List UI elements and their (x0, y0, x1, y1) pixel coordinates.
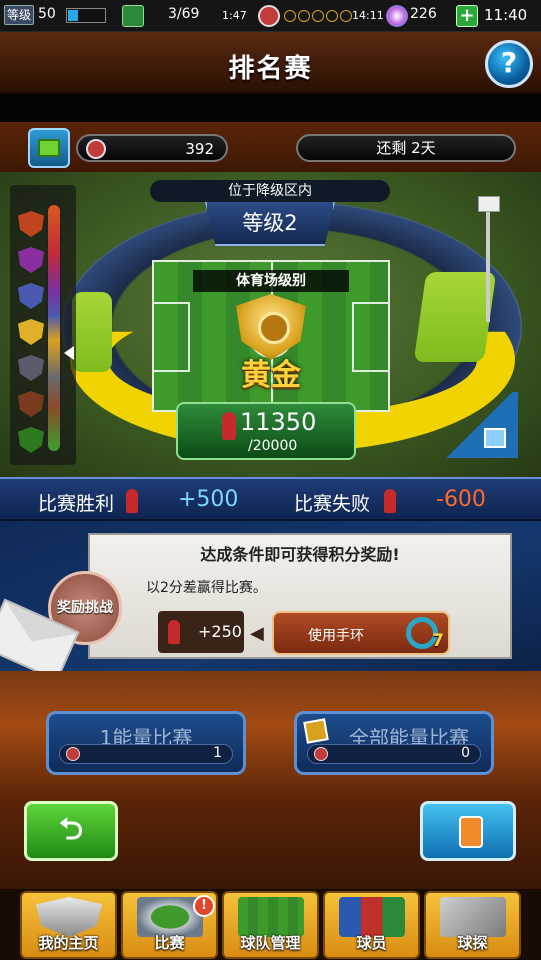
info-row: 392 还剩 2天 (0, 122, 541, 172)
players-icon (339, 897, 405, 937)
green-seats-left (72, 292, 112, 372)
divider-band (0, 94, 541, 122)
rank-tier-5-icon (18, 355, 44, 381)
flag-icon (303, 718, 329, 744)
bottom-nav: 我的主页 比赛 ! 球队管理 球员 球探 (0, 889, 541, 960)
back-button[interactable]: ⮌ (24, 801, 118, 861)
bonus-value: +250 (198, 622, 242, 641)
level-badge: 等级 (4, 5, 34, 25)
pawn-icon (222, 412, 236, 440)
stadium-view: 位于降级区内 等级2 体育场级别 黄金 11350 /20000 (0, 172, 541, 477)
one-energy-count: 1 (213, 745, 222, 761)
bracelet-count: 7 (432, 631, 444, 651)
rank-tier-gold-icon (18, 319, 44, 345)
challenge-card: 达成条件即可获得积分奖励! 以2分差赢得比赛。 +250 ◀ 使用手环 7 (88, 533, 512, 659)
rank-tier-6-icon (18, 391, 44, 417)
chevron-left-icon: ◀ (250, 623, 264, 644)
item-button[interactable] (420, 801, 516, 861)
nav-players[interactable]: 球员 (323, 891, 420, 959)
match-area: 1能量比赛 1 全部能量比赛 0 ⮌ (0, 671, 541, 889)
energy-icon (258, 5, 280, 27)
title-bar: 排名赛 ? (0, 32, 541, 94)
rank-tier-3-icon (18, 283, 44, 309)
tier-label: 黄金 (241, 358, 301, 393)
score-target: /20000 (248, 438, 298, 454)
one-energy-cost: 1 (59, 744, 233, 764)
challenge-section: 达成条件即可获得积分奖励! 以2分差赢得比赛。 +250 ◀ 使用手环 7 奖励… (0, 521, 541, 682)
relegation-status: 位于降级区内 (150, 180, 390, 202)
score-box: 11350 /20000 (176, 402, 356, 460)
club-crest-icon (36, 897, 102, 937)
energy-timer: 14:11 (352, 9, 384, 22)
player-level: 50 (38, 6, 56, 22)
clock: 11:40 (484, 6, 528, 24)
bonus-points: +250 (158, 611, 244, 653)
stadium-level-label: 体育场级别 (193, 270, 349, 292)
nav-team-label: 球队管理 (240, 934, 301, 952)
win-points: +500 (178, 487, 239, 512)
return-arrow-icon: ⮌ (58, 812, 84, 847)
loss-pawn-icon (384, 489, 396, 513)
green-seats-right (413, 272, 497, 362)
notification-badge: ! (193, 895, 215, 917)
ranking-coin-icon (86, 139, 106, 159)
use-bracelet-button[interactable]: 使用手环 7 (272, 611, 450, 655)
nav-match-label: 比赛 (154, 934, 185, 952)
energy-bar (66, 8, 106, 23)
nav-home[interactable]: 我的主页 (20, 891, 117, 959)
gem-icon (386, 5, 408, 27)
nav-home-label: 我的主页 (38, 934, 99, 952)
all-energy-cost: 0 (307, 744, 481, 764)
match-timer: 1:47 (222, 9, 247, 22)
current-score: 11350 (240, 408, 317, 436)
all-energy-match-button[interactable]: 全部能量比赛 0 (294, 711, 494, 775)
time-remaining: 还剩 2天 (296, 134, 516, 162)
chest-icon (38, 139, 60, 157)
rank-tier-2-icon (18, 247, 44, 273)
loss-label: 比赛失败 (294, 493, 371, 515)
nav-match[interactable]: 比赛 ! (121, 891, 218, 959)
gem-count: 226 (410, 6, 437, 22)
match-count: 3/69 (168, 6, 200, 22)
floodlight (478, 196, 500, 322)
nav-team[interactable]: 球队管理 (222, 891, 319, 959)
status-bar: 等级 50 3/69 1:47 14:11 226 + 11:40 (0, 0, 541, 32)
formation-icon (238, 897, 304, 937)
rewards-gift-button[interactable] (440, 392, 518, 458)
win-pawn-icon (126, 489, 138, 513)
all-energy-count: 0 (461, 745, 470, 761)
help-button[interactable]: ? (485, 40, 533, 88)
energy-coin-icon (66, 747, 80, 761)
win-label: 比赛胜利 (38, 493, 115, 515)
rank-tier-7-icon (18, 427, 44, 453)
use-bracelet-label: 使用手环 (308, 628, 364, 644)
one-energy-match-button[interactable]: 1能量比赛 1 (46, 711, 246, 775)
page-title: 排名赛 (228, 54, 313, 84)
energy-dots (284, 10, 352, 22)
rank-ladder (10, 185, 76, 465)
challenge-condition: 以2分差赢得比赛。 (146, 580, 267, 596)
bonus-pawn-icon (168, 620, 180, 644)
nav-scout-label: 球探 (457, 934, 488, 952)
item-card-icon (459, 816, 483, 848)
rank-marker-icon (64, 346, 74, 360)
nav-scout[interactable]: 球探 (424, 891, 521, 959)
add-gems-button[interactable]: + (456, 5, 478, 27)
loss-points: -600 (436, 487, 486, 512)
rank-tier-1-icon (18, 211, 44, 237)
win-loss-bar: 比赛胜利 +500 比赛失败 -600 (0, 477, 541, 521)
level-label: 等级 (6, 8, 31, 22)
scout-cards-icon (440, 897, 506, 937)
reward-chest-button[interactable] (28, 128, 70, 168)
ranking-points-value: 392 (185, 140, 214, 158)
league-level: 等级2 (205, 202, 335, 246)
nav-players-label: 球员 (356, 934, 387, 952)
energy-coin-icon (314, 747, 328, 761)
gift-icon (484, 428, 506, 448)
challenge-heading: 达成条件即可获得积分奖励! (200, 545, 400, 564)
ranking-points: 392 (76, 134, 228, 162)
match-ticket-icon (122, 5, 144, 27)
rank-progress-bar (46, 203, 62, 453)
